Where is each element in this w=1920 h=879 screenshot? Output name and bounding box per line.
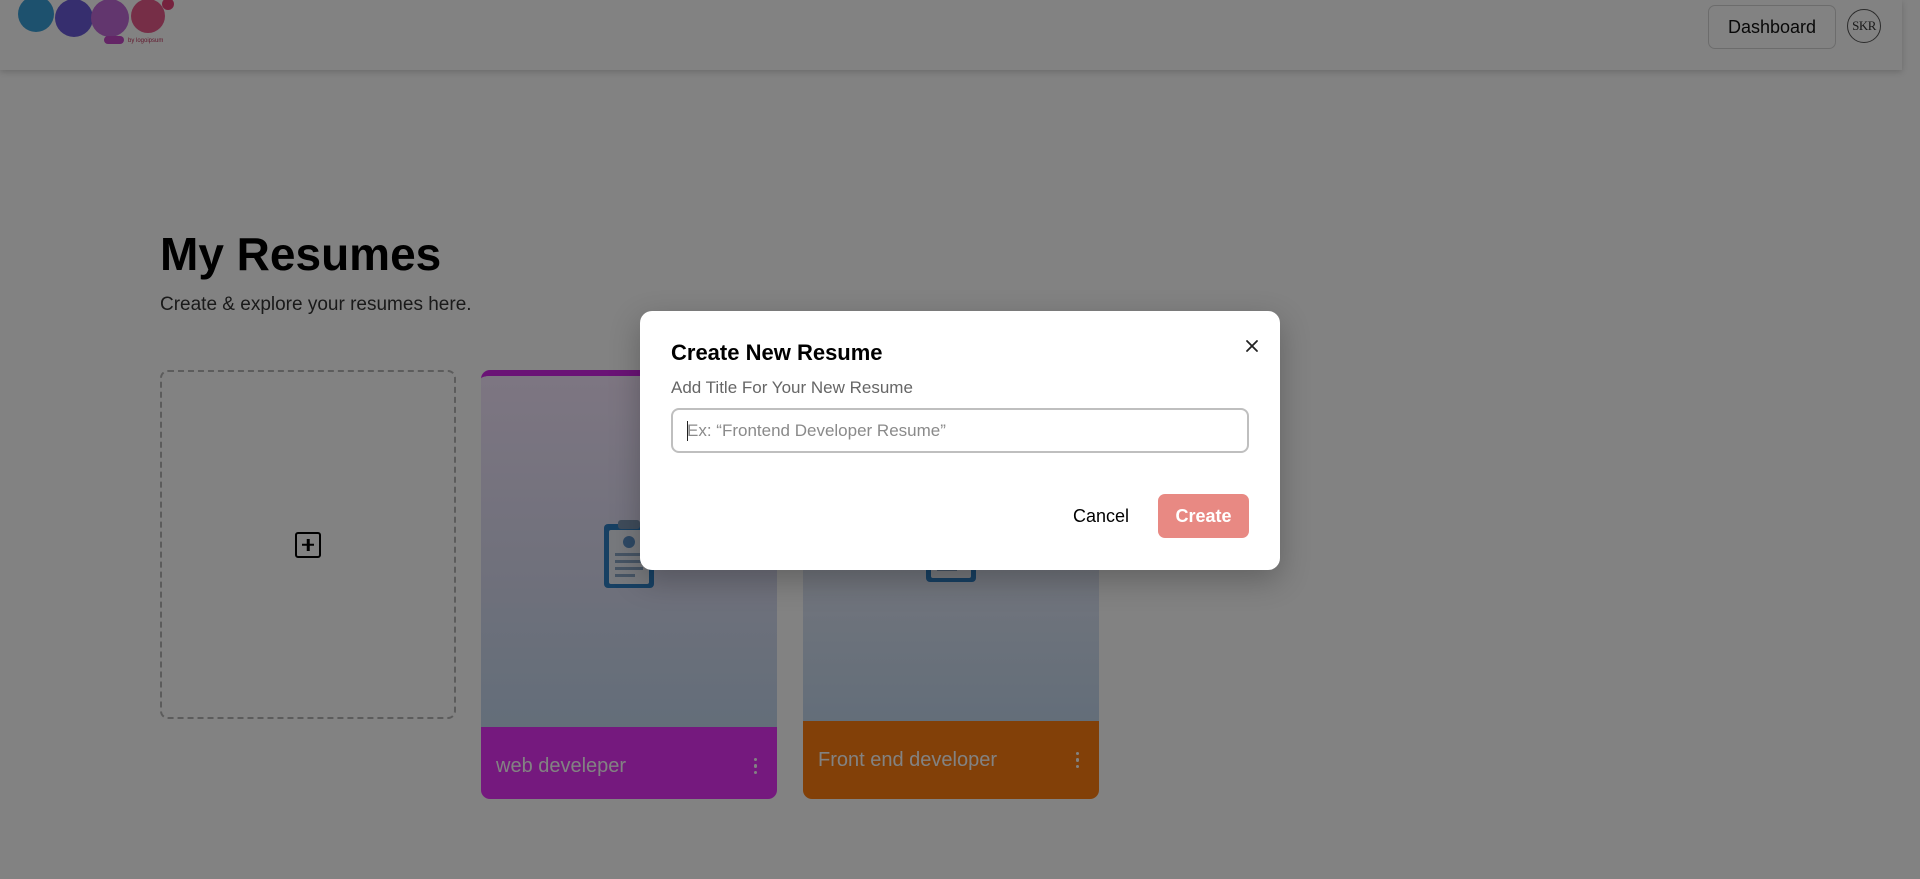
close-icon[interactable] <box>1240 334 1264 358</box>
dialog-description: Add Title For Your New Resume <box>671 378 913 397</box>
create-button[interactable]: Create <box>1158 494 1249 538</box>
cancel-button[interactable]: Cancel <box>1066 494 1136 538</box>
create-resume-dialog: Create New Resume Add Title For Your New… <box>640 311 1280 570</box>
resume-title-input[interactable] <box>671 408 1249 453</box>
text-caret <box>687 421 688 441</box>
dialog-title: Create New Resume <box>671 340 883 365</box>
